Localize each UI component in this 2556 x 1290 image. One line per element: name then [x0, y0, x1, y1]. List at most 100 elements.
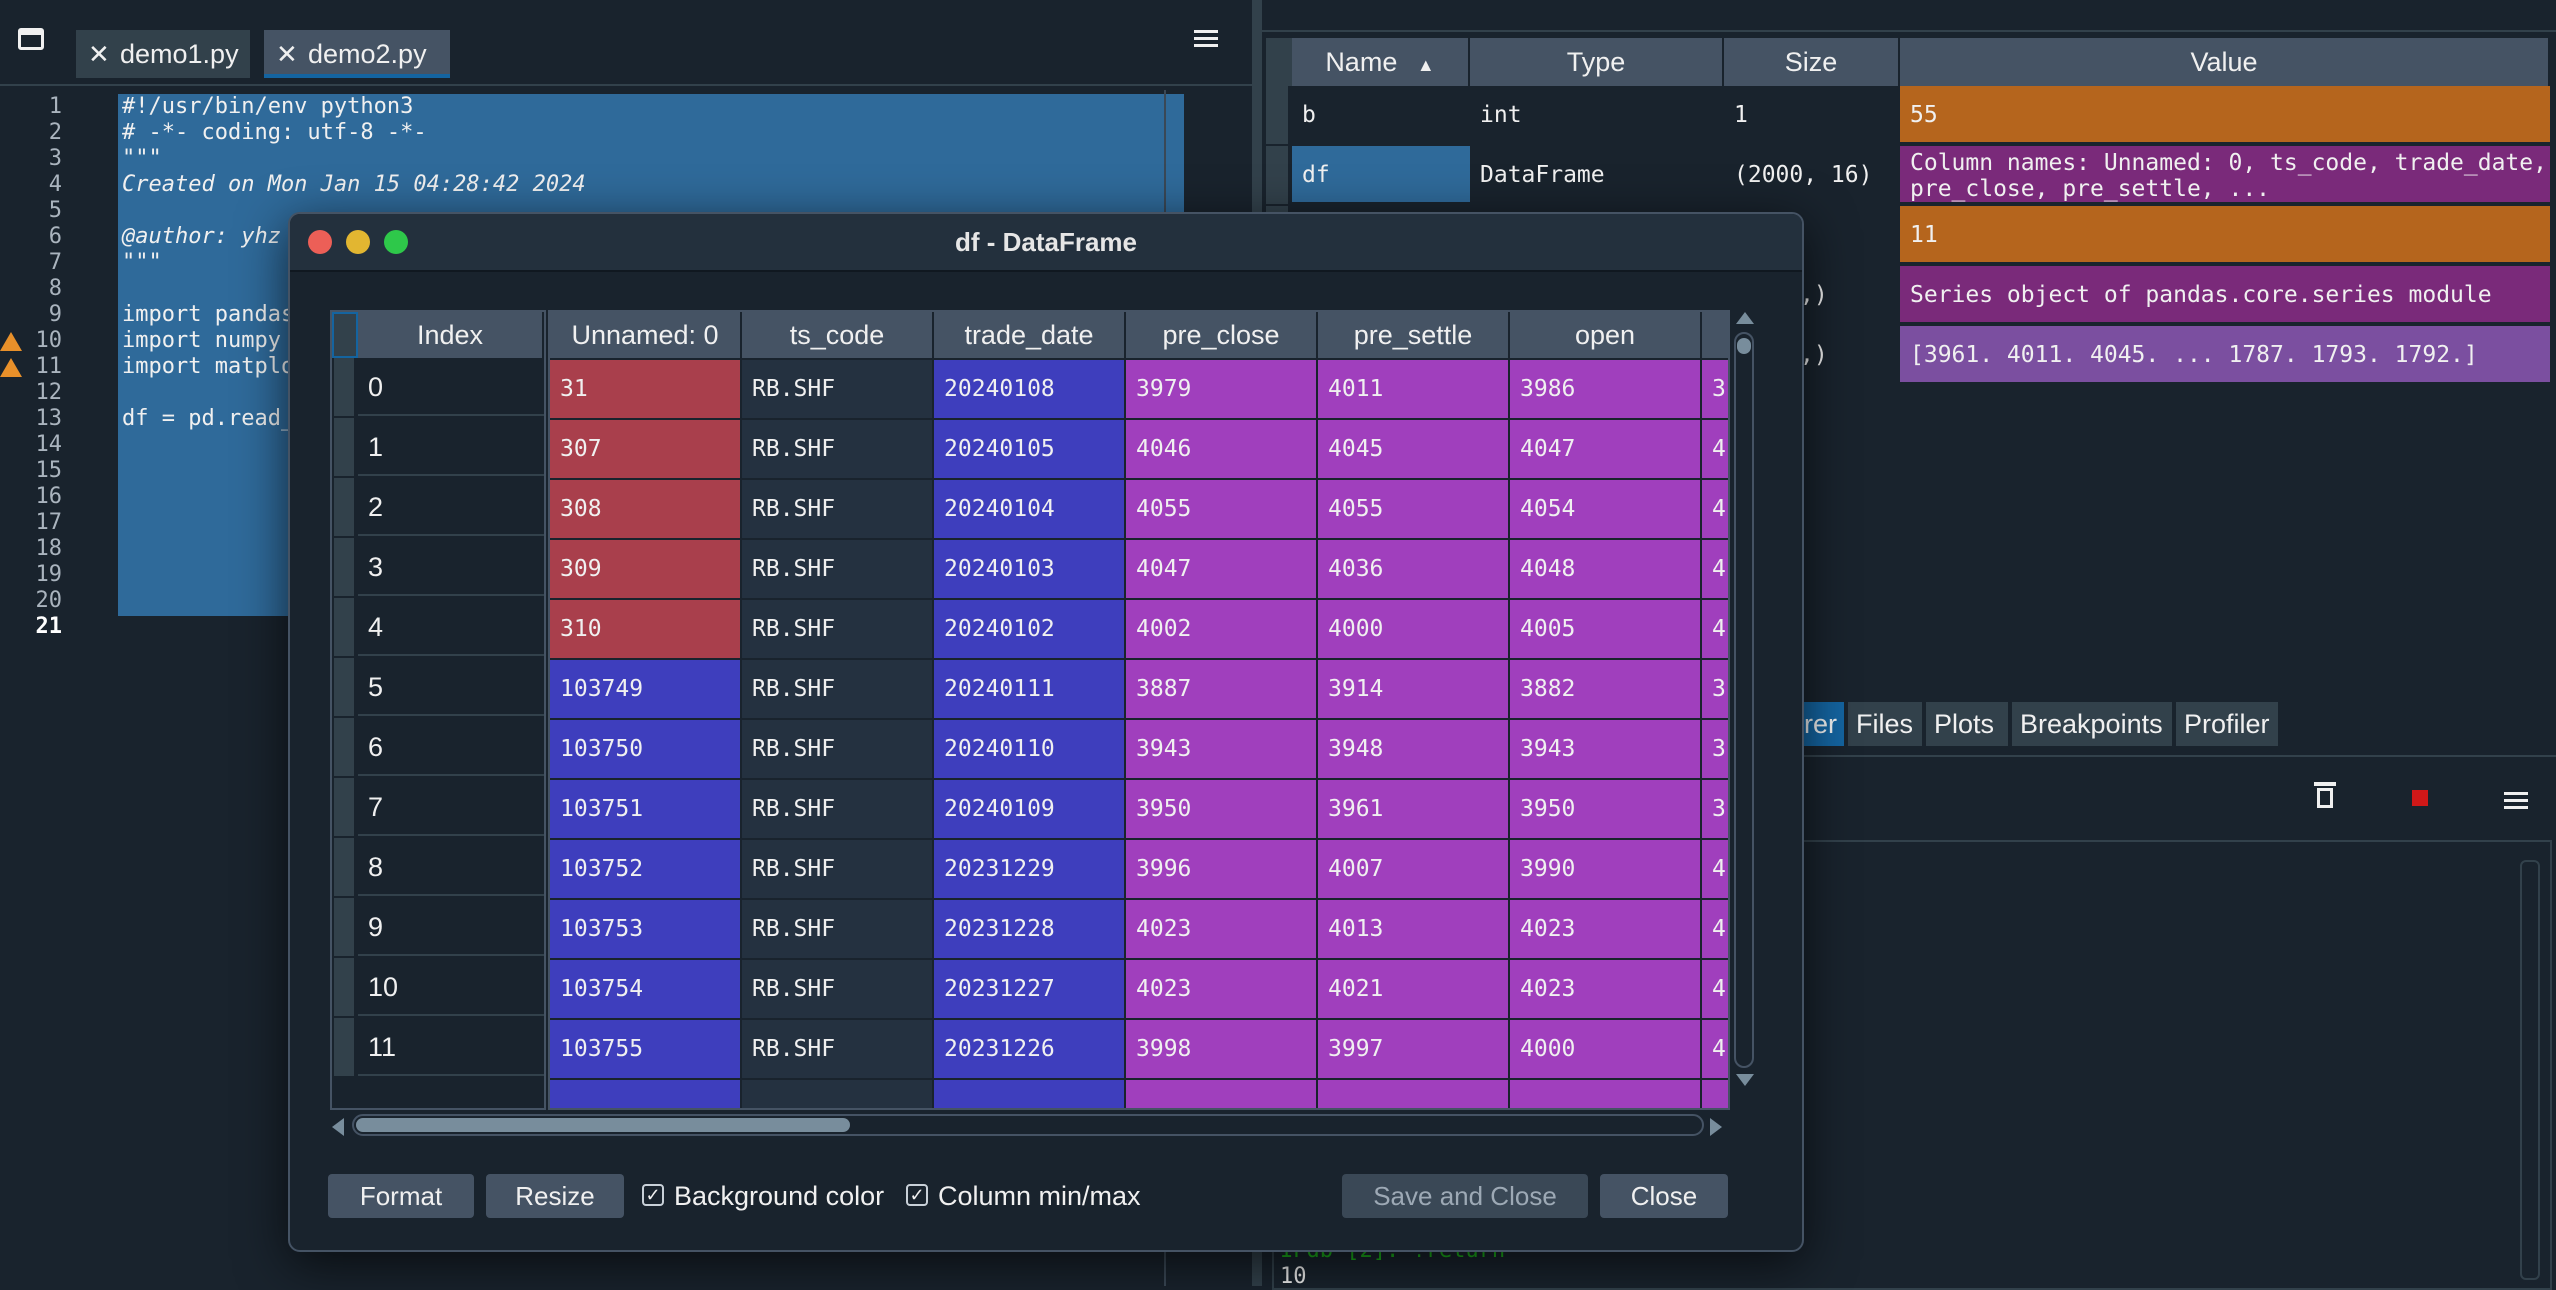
data-cell[interactable]: 4047 [1510, 420, 1702, 480]
var-value[interactable]: 55 [1900, 86, 2550, 144]
resize-button[interactable]: Resize [486, 1174, 624, 1218]
var-value[interactable]: Series object of pandas.core.series modu… [1900, 266, 2550, 324]
data-cell[interactable]: 307 [550, 420, 742, 480]
scroll-thumb[interactable] [356, 1118, 850, 1132]
data-cell-partial[interactable] [1126, 1080, 1318, 1108]
format-button[interactable]: Format [328, 1174, 474, 1218]
data-cell[interactable]: 20240105 [934, 420, 1126, 480]
data-cell[interactable]: 4023 [1510, 960, 1702, 1020]
data-cell[interactable]: 310 [550, 600, 742, 660]
scroll-down-arrow[interactable] [1736, 1074, 1754, 1086]
data-cell[interactable]: 3979 [1126, 360, 1318, 420]
data-cell[interactable]: RB.SHF [742, 720, 934, 780]
column-header[interactable]: open [1510, 312, 1702, 358]
warning-icon[interactable] [0, 332, 22, 351]
data-cell[interactable]: 3950 [1126, 780, 1318, 840]
tab-files[interactable]: Files [1848, 702, 1922, 746]
row-header[interactable] [1266, 86, 1288, 146]
data-cell[interactable]: 3998 [1126, 1020, 1318, 1080]
scroll-track[interactable] [1734, 332, 1754, 1068]
data-cell[interactable]: 4048 [1510, 540, 1702, 600]
data-cell[interactable]: 4047 [1126, 540, 1318, 600]
data-cell[interactable]: 3961 [1318, 780, 1510, 840]
data-cell[interactable]: 4046 [1126, 420, 1318, 480]
data-cell[interactable]: 3997 [1318, 1020, 1510, 1080]
warning-icon[interactable] [0, 358, 22, 377]
column-header-size[interactable]: Size [1724, 38, 1900, 86]
data-cell-partial[interactable] [934, 1080, 1126, 1108]
column-header[interactable]: pre_close [1126, 312, 1318, 358]
data-cell[interactable]: 20231229 [934, 840, 1126, 900]
tab-demo2[interactable]: ✕ demo2.py [264, 30, 450, 78]
index-corner[interactable] [332, 312, 358, 358]
data-cell[interactable]: 4002 [1126, 600, 1318, 660]
data-cell[interactable]: 4023 [1126, 900, 1318, 960]
data-cell[interactable]: 20240109 [934, 780, 1126, 840]
data-cell[interactable]: 103750 [550, 720, 742, 780]
scroll-up-arrow[interactable] [1736, 312, 1754, 324]
column-header-name[interactable]: Name ▲ [1292, 38, 1470, 86]
data-cell[interactable]: 3943 [1126, 720, 1318, 780]
data-cell[interactable]: 309 [550, 540, 742, 600]
close-icon[interactable]: ✕ [88, 30, 110, 78]
row-selector[interactable] [334, 598, 354, 658]
index-cell[interactable]: 5 [358, 658, 544, 716]
data-cell[interactable]: 4007 [1318, 840, 1510, 900]
row-selector[interactable] [334, 538, 354, 598]
data-cell[interactable]: 4 [1702, 540, 1728, 600]
column-header[interactable]: trade_date [934, 312, 1126, 358]
data-cell[interactable]: 103751 [550, 780, 742, 840]
save-and-close-button[interactable]: Save and Close [1342, 1174, 1588, 1218]
window-icon[interactable] [18, 28, 44, 50]
data-cell[interactable]: RB.SHF [742, 780, 934, 840]
data-cell[interactable]: 3948 [1318, 720, 1510, 780]
row-selector[interactable] [334, 718, 354, 778]
row-selector[interactable] [334, 838, 354, 898]
index-cell[interactable]: 2 [358, 478, 544, 536]
row-header[interactable] [1266, 146, 1288, 206]
data-cell-partial[interactable] [742, 1080, 934, 1108]
data-cell[interactable]: 4000 [1318, 600, 1510, 660]
var-value[interactable]: Column names: Unnamed: 0, ts_code, trade… [1900, 146, 2550, 204]
index-cell[interactable]: 7 [358, 778, 544, 836]
data-cell[interactable]: 4011 [1318, 360, 1510, 420]
scroll-left-arrow[interactable] [332, 1118, 344, 1136]
data-cell[interactable]: 4055 [1126, 480, 1318, 540]
data-cell-partial[interactable] [1510, 1080, 1702, 1108]
index-cell[interactable]: 4 [358, 598, 544, 656]
data-cell[interactable]: 4005 [1510, 600, 1702, 660]
var-name[interactable]: df [1292, 146, 1470, 204]
data-cell[interactable]: 4 [1702, 480, 1728, 540]
data-cell[interactable]: RB.SHF [742, 840, 934, 900]
column-header[interactable]: ts_code [742, 312, 934, 358]
data-cell[interactable]: 3 [1702, 360, 1728, 420]
console-scrollbar[interactable] [2520, 860, 2540, 1280]
data-cell[interactable]: 103749 [550, 660, 742, 720]
index-cell[interactable]: 11 [358, 1018, 544, 1076]
data-cell[interactable]: 103754 [550, 960, 742, 1020]
data-cell[interactable]: 3996 [1126, 840, 1318, 900]
data-cell[interactable]: 3 [1702, 780, 1728, 840]
data-cell[interactable]: 3986 [1510, 360, 1702, 420]
var-type[interactable]: DataFrame [1470, 146, 1724, 204]
row-selector[interactable] [334, 1018, 354, 1078]
data-cell[interactable]: 3 [1702, 660, 1728, 720]
data-cell[interactable]: 4055 [1318, 480, 1510, 540]
var-value[interactable]: 11 [1900, 206, 2550, 264]
data-cell-partial[interactable] [1318, 1080, 1510, 1108]
horizontal-scrollbar[interactable] [330, 1110, 1728, 1140]
hamburger-menu-icon[interactable] [1194, 30, 1218, 48]
row-selector[interactable] [334, 658, 354, 718]
data-cell[interactable]: 4 [1702, 960, 1728, 1020]
row-selector[interactable] [334, 778, 354, 838]
data-cell[interactable]: 4036 [1318, 540, 1510, 600]
tab-breakpoints[interactable]: Breakpoints [2012, 702, 2172, 746]
data-cell[interactable]: RB.SHF [742, 960, 934, 1020]
data-cell[interactable]: 3882 [1510, 660, 1702, 720]
stop-icon[interactable] [2412, 790, 2428, 806]
tab-demo1[interactable]: ✕ demo1.py [76, 30, 250, 78]
data-cell[interactable]: 3990 [1510, 840, 1702, 900]
column-minmax-checkbox[interactable]: ✓ [906, 1184, 928, 1206]
data-cell[interactable]: RB.SHF [742, 360, 934, 420]
var-size[interactable]: (2000, 16) [1724, 146, 1900, 204]
